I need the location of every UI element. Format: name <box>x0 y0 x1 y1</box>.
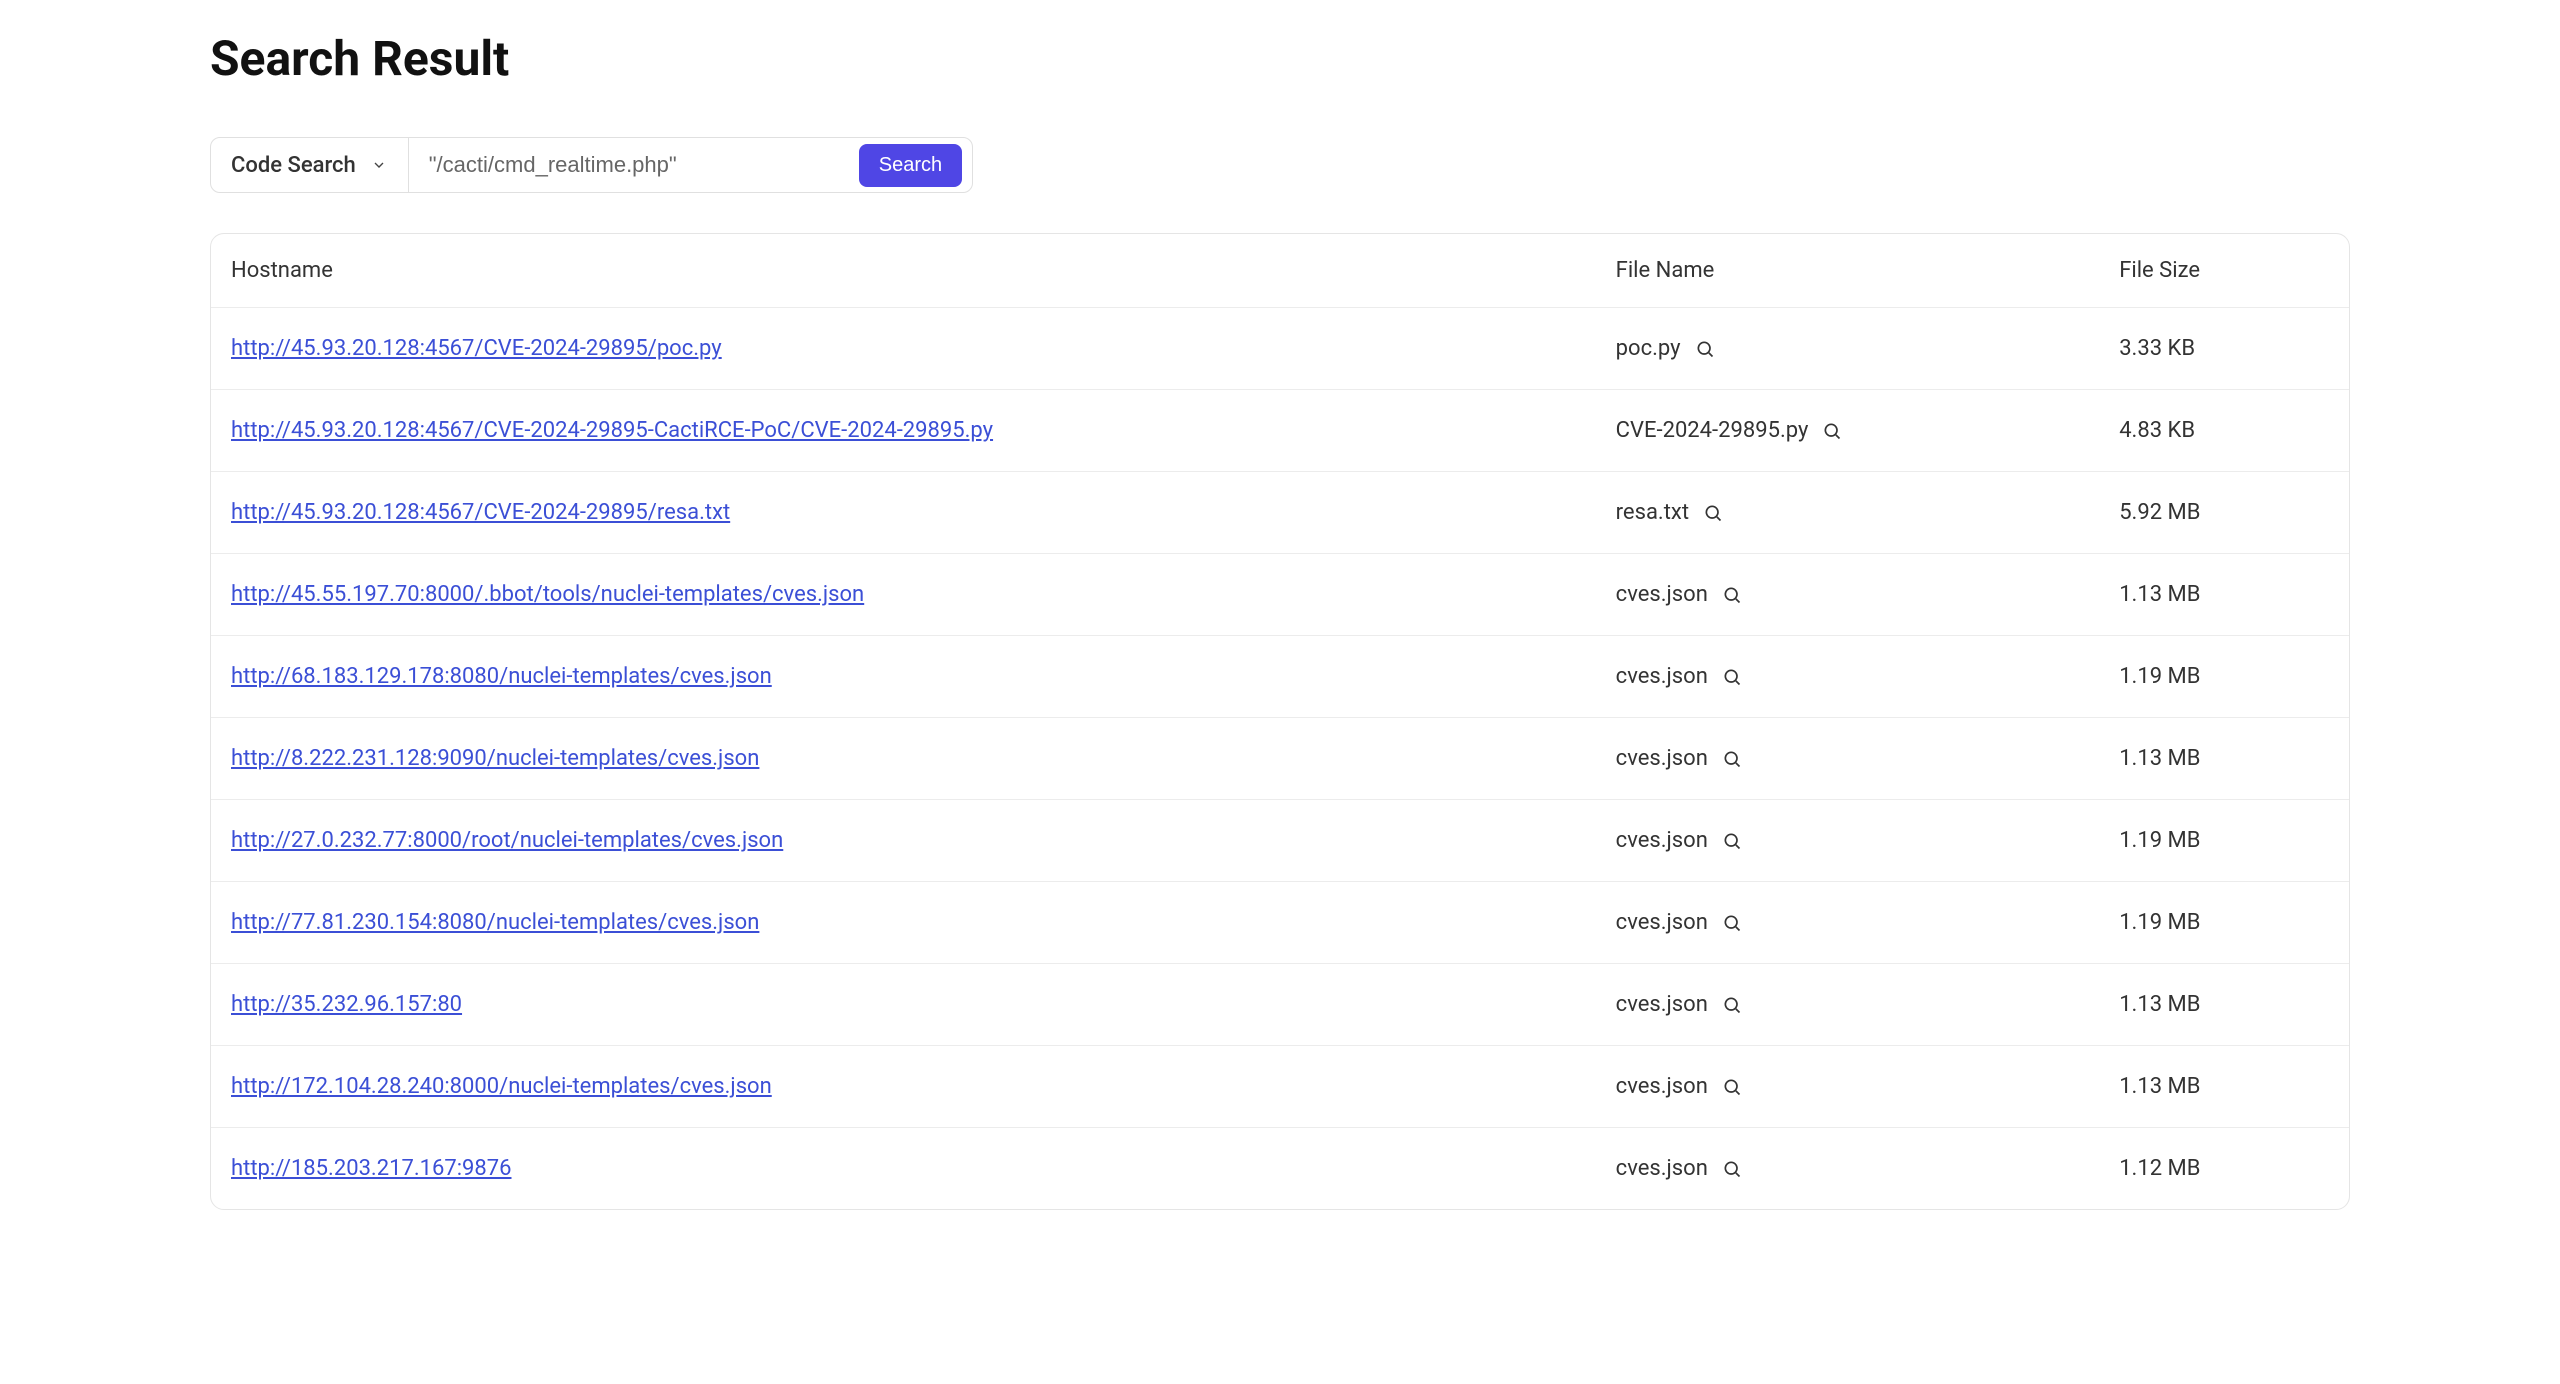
hostname-link[interactable]: http://45.93.20.128:4567/CVE-2024-29895/… <box>231 336 722 361</box>
hostname-cell: http://77.81.230.154:8080/nuclei-templat… <box>231 910 1616 935</box>
filename-text: cves.json <box>1616 910 1708 935</box>
filename-text: cves.json <box>1616 1074 1708 1099</box>
filename-text: cves.json <box>1616 746 1708 771</box>
hostname-cell: http://45.93.20.128:4567/CVE-2024-29895/… <box>231 336 1616 361</box>
hostname-link[interactable]: http://45.55.197.70:8000/.bbot/tools/nuc… <box>231 582 864 607</box>
filesize-cell: 1.12 MB <box>2119 1156 2329 1181</box>
hostname-link[interactable]: http://35.232.96.157:80 <box>231 992 462 1017</box>
filename-text: cves.json <box>1616 664 1708 689</box>
filesize-cell: 1.13 MB <box>2119 1074 2329 1099</box>
filename-cell: cves.json <box>1616 746 2120 771</box>
search-icon[interactable] <box>1722 585 1742 605</box>
table-row: http://27.0.232.77:8000/root/nuclei-temp… <box>211 800 2349 882</box>
search-icon[interactable] <box>1722 1077 1742 1097</box>
filename-text: resa.txt <box>1616 500 1689 525</box>
hostname-cell: http://45.93.20.128:4567/CVE-2024-29895/… <box>231 500 1616 525</box>
filename-cell: cves.json <box>1616 992 2120 1017</box>
hostname-cell: http://35.232.96.157:80 <box>231 992 1616 1017</box>
search-icon[interactable] <box>1695 339 1715 359</box>
filename-cell: resa.txt <box>1616 500 2120 525</box>
table-row: http://68.183.129.178:8080/nuclei-templa… <box>211 636 2349 718</box>
filename-cell: cves.json <box>1616 910 2120 935</box>
search-type-select[interactable]: Code Search <box>211 138 409 192</box>
hostname-link[interactable]: http://8.222.231.128:9090/nuclei-templat… <box>231 746 759 771</box>
filename-cell: CVE-2024-29895.py <box>1616 418 2120 443</box>
page-title: Search Result <box>210 30 2350 87</box>
hostname-link[interactable]: http://77.81.230.154:8080/nuclei-templat… <box>231 910 759 935</box>
filesize-cell: 1.13 MB <box>2119 992 2329 1017</box>
filesize-cell: 1.13 MB <box>2119 746 2329 771</box>
hostname-link[interactable]: http://45.93.20.128:4567/CVE-2024-29895/… <box>231 500 730 525</box>
table-row: http://172.104.28.240:8000/nuclei-templa… <box>211 1046 2349 1128</box>
filesize-cell: 4.83 KB <box>2119 418 2329 443</box>
table-row: http://45.93.20.128:4567/CVE-2024-29895/… <box>211 472 2349 554</box>
filename-text: poc.py <box>1616 336 1681 361</box>
search-icon[interactable] <box>1703 503 1723 523</box>
filename-cell: cves.json <box>1616 1156 2120 1181</box>
search-icon[interactable] <box>1722 667 1742 687</box>
table-row: http://8.222.231.128:9090/nuclei-templat… <box>211 718 2349 800</box>
filename-cell: cves.json <box>1616 1074 2120 1099</box>
table-row: http://45.93.20.128:4567/CVE-2024-29895-… <box>211 390 2349 472</box>
filename-text: CVE-2024-29895.py <box>1616 418 1809 443</box>
table-row: http://45.55.197.70:8000/.bbot/tools/nuc… <box>211 554 2349 636</box>
header-filesize: File Size <box>2119 258 2329 283</box>
search-type-label: Code Search <box>231 153 356 178</box>
hostname-cell: http://185.203.217.167:9876 <box>231 1156 1616 1181</box>
table-row: http://185.203.217.167:9876 cves.json 1.12… <box>211 1128 2349 1209</box>
table-row: http://77.81.230.154:8080/nuclei-templat… <box>211 882 2349 964</box>
hostname-link[interactable]: http://27.0.232.77:8000/root/nuclei-temp… <box>231 828 783 853</box>
header-hostname: Hostname <box>231 258 1616 283</box>
hostname-link[interactable]: http://172.104.28.240:8000/nuclei-templa… <box>231 1074 772 1099</box>
hostname-cell: http://45.55.197.70:8000/.bbot/tools/nuc… <box>231 582 1616 607</box>
hostname-cell: http://68.183.129.178:8080/nuclei-templa… <box>231 664 1616 689</box>
filename-cell: poc.py <box>1616 336 2120 361</box>
filename-cell: cves.json <box>1616 582 2120 607</box>
chevron-down-icon <box>370 156 388 174</box>
filename-cell: cves.json <box>1616 828 2120 853</box>
search-input[interactable] <box>409 138 849 192</box>
hostname-cell: http://27.0.232.77:8000/root/nuclei-temp… <box>231 828 1616 853</box>
filename-text: cves.json <box>1616 1156 1708 1181</box>
search-button[interactable]: Search <box>859 144 962 187</box>
search-bar: Code Search Search <box>210 137 973 193</box>
results-table: Hostname File Name File Size http://45.9… <box>210 233 2350 1210</box>
search-icon[interactable] <box>1722 913 1742 933</box>
table-header: Hostname File Name File Size <box>211 234 2349 308</box>
hostname-cell: http://172.104.28.240:8000/nuclei-templa… <box>231 1074 1616 1099</box>
search-icon[interactable] <box>1722 831 1742 851</box>
filename-cell: cves.json <box>1616 664 2120 689</box>
hostname-link[interactable]: http://68.183.129.178:8080/nuclei-templa… <box>231 664 772 689</box>
search-icon[interactable] <box>1722 995 1742 1015</box>
filesize-cell: 1.19 MB <box>2119 828 2329 853</box>
table-row: http://35.232.96.157:80 cves.json 1.13 MB <box>211 964 2349 1046</box>
header-filename: File Name <box>1616 258 2120 283</box>
search-icon[interactable] <box>1722 749 1742 769</box>
search-icon[interactable] <box>1722 1159 1742 1179</box>
table-row: http://45.93.20.128:4567/CVE-2024-29895/… <box>211 308 2349 390</box>
search-icon[interactable] <box>1822 421 1842 441</box>
filesize-cell: 1.13 MB <box>2119 582 2329 607</box>
filesize-cell: 5.92 MB <box>2119 500 2329 525</box>
filesize-cell: 3.33 KB <box>2119 336 2329 361</box>
filename-text: cves.json <box>1616 992 1708 1017</box>
filename-text: cves.json <box>1616 828 1708 853</box>
filesize-cell: 1.19 MB <box>2119 664 2329 689</box>
hostname-cell: http://45.93.20.128:4567/CVE-2024-29895-… <box>231 418 1616 443</box>
hostname-cell: http://8.222.231.128:9090/nuclei-templat… <box>231 746 1616 771</box>
hostname-link[interactable]: http://45.93.20.128:4567/CVE-2024-29895-… <box>231 418 993 443</box>
filesize-cell: 1.19 MB <box>2119 910 2329 935</box>
filename-text: cves.json <box>1616 582 1708 607</box>
hostname-link[interactable]: http://185.203.217.167:9876 <box>231 1156 512 1181</box>
